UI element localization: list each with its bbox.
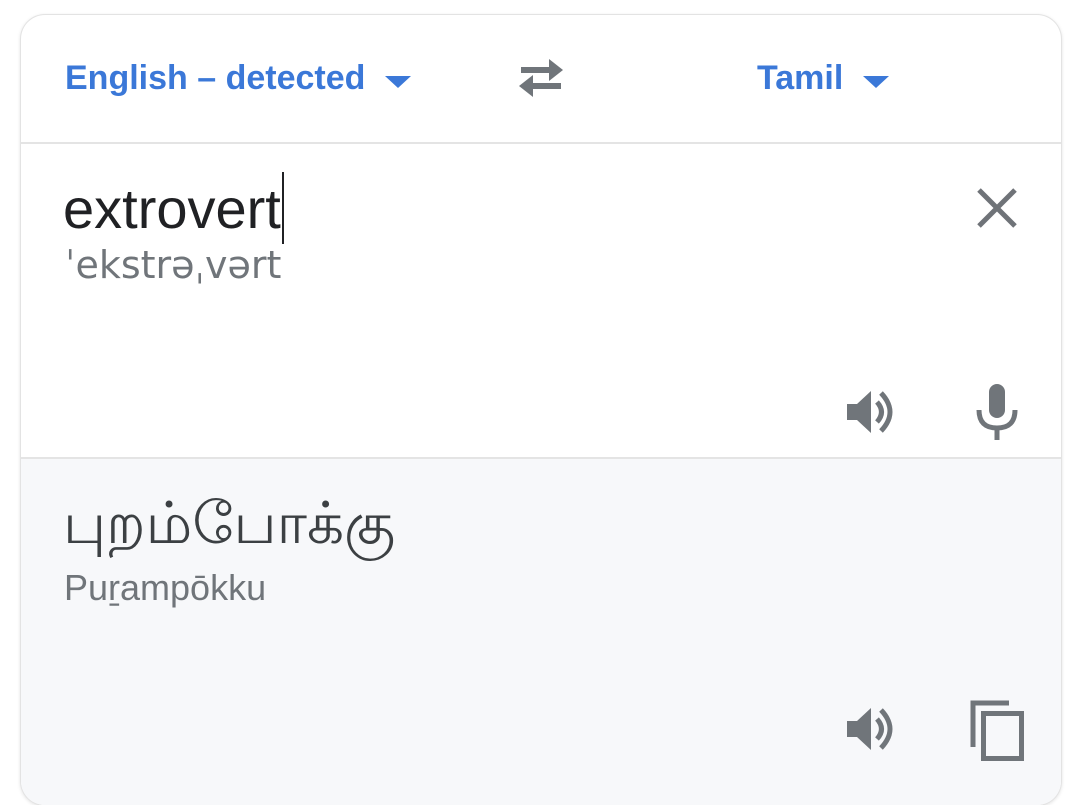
volume-icon <box>847 708 893 750</box>
language-bar: English – detected Tamil <box>21 15 1061 144</box>
listen-source-button[interactable] <box>841 382 901 442</box>
target-language-selector[interactable]: Tamil <box>757 59 890 98</box>
clear-text-button[interactable] <box>973 184 1021 232</box>
caret-down-icon <box>385 75 412 88</box>
source-language-selector[interactable]: English – detected <box>65 59 412 98</box>
translation-transliteration: Puṟampōkku <box>64 567 267 608</box>
translation-output-area: புறம்போக்கு Puṟampōkku <box>21 459 1061 805</box>
source-input-area[interactable]: extrovert ˈekstrəˌvərt <box>21 144 1061 459</box>
voice-input-button[interactable] <box>967 380 1027 440</box>
volume-icon <box>847 391 893 433</box>
translation-text: புறம்போக்கு <box>63 489 396 557</box>
copy-translation-button[interactable] <box>965 697 1029 763</box>
source-text-input[interactable]: extrovert <box>63 172 284 244</box>
close-icon <box>977 188 1017 228</box>
listen-translation-button[interactable] <box>841 699 901 759</box>
source-text-value: extrovert <box>63 176 281 240</box>
caret-down-icon <box>863 75 890 88</box>
text-cursor <box>281 172 284 244</box>
source-phonetic: ˈekstrəˌvərt <box>65 243 282 287</box>
swap-arrows-icon <box>519 59 563 97</box>
swap-languages-button[interactable] <box>511 53 571 103</box>
microphone-icon <box>976 384 1018 440</box>
source-language-label: English – detected <box>65 59 366 97</box>
target-language-label: Tamil <box>757 59 844 97</box>
translate-card: English – detected Tamil extrovert ˈekst… <box>21 15 1061 805</box>
copy-icon <box>970 700 1024 761</box>
